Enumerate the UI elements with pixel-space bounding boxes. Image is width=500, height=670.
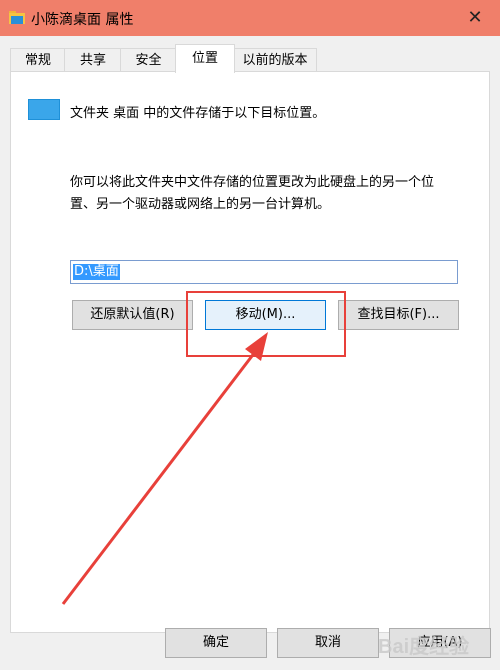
- title-bar: 小陈滴桌面 属性 ✕: [0, 0, 500, 36]
- path-value: D:\桌面: [73, 264, 120, 280]
- window-title: 小陈滴桌面 属性: [31, 12, 134, 28]
- close-icon: ✕: [467, 7, 483, 28]
- move-button[interactable]: 移动(M)...: [205, 300, 326, 330]
- tab-location[interactable]: 位置: [175, 44, 235, 73]
- dialog-body: 常规 共享 安全 位置 以前的版本 文件夹 桌面 中的文件存储于以下目标位置。 …: [0, 36, 500, 670]
- find-target-button[interactable]: 查找目标(F)...: [338, 300, 459, 330]
- desktop-folder-icon: [28, 99, 60, 120]
- folder-icon: [9, 11, 25, 24]
- apply-button[interactable]: 应用(A): [389, 628, 491, 658]
- tab-previous-versions[interactable]: 以前的版本: [233, 48, 317, 72]
- tab-general[interactable]: 常规: [10, 48, 66, 72]
- cancel-button[interactable]: 取消: [277, 628, 379, 658]
- location-panel: 文件夹 桌面 中的文件存储于以下目标位置。 你可以将此文件夹中文件存储的位置更改…: [10, 71, 490, 633]
- close-button[interactable]: ✕: [464, 7, 486, 29]
- location-explanation: 你可以将此文件夹中文件存储的位置更改为此硬盘上的另一个位置、另一个驱动器或网络上…: [70, 175, 435, 212]
- restore-default-button[interactable]: 还原默认值(R): [72, 300, 193, 330]
- path-input[interactable]: D:\桌面: [70, 260, 458, 284]
- location-description: 文件夹 桌面 中的文件存储于以下目标位置。: [70, 106, 326, 121]
- ok-button[interactable]: 确定: [165, 628, 267, 658]
- tab-security[interactable]: 安全: [120, 48, 177, 72]
- tab-sharing[interactable]: 共享: [64, 48, 122, 72]
